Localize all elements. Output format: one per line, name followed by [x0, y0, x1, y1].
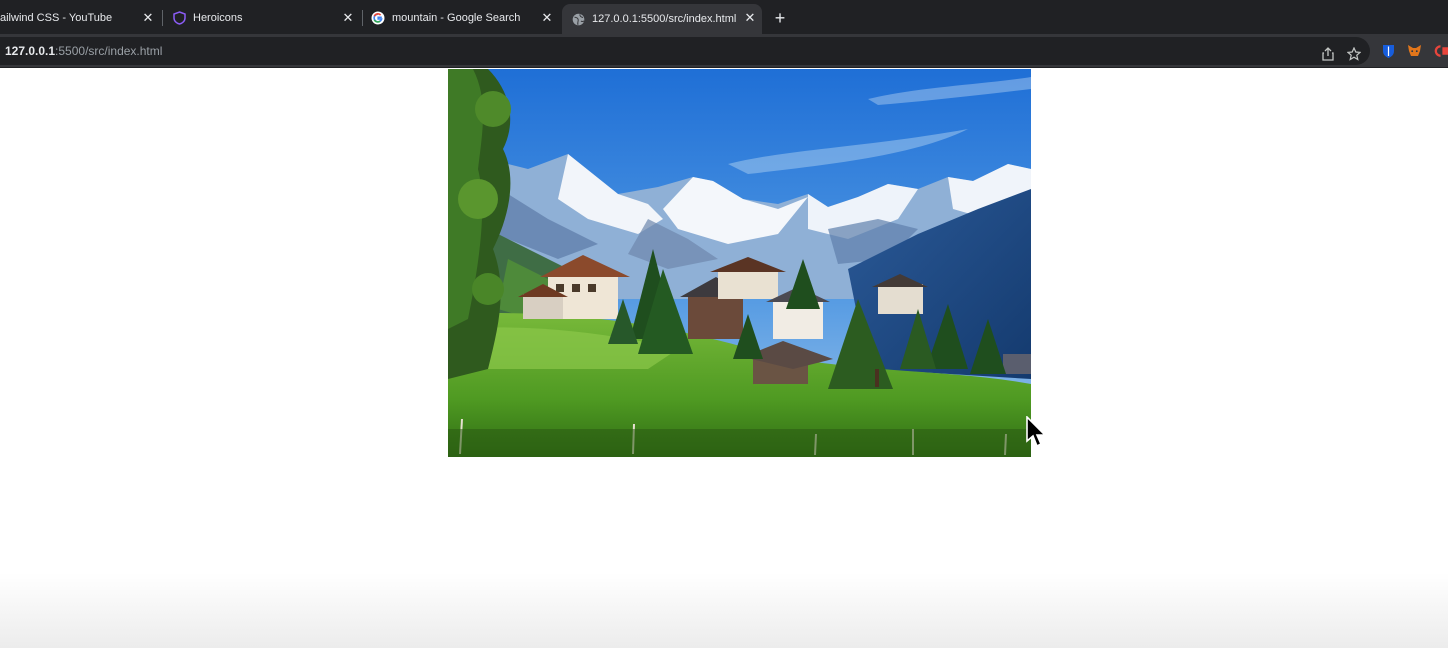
google-icon: [371, 11, 385, 25]
metamask-icon[interactable]: [1406, 43, 1422, 59]
extension-icon[interactable]: [1433, 43, 1448, 59]
tab-heroicons[interactable]: Heroicons ✕: [166, 4, 360, 32]
tab-strip: ailwind CSS - YouTube ✕ Heroicons ✕ moun…: [0, 0, 1448, 34]
tab-title: 127.0.0.1:5500/src/index.html: [592, 13, 737, 25]
tab-separator: [362, 10, 363, 26]
browser-toolbar: 127.0.0.1:5500/src/index.html: [0, 34, 1448, 68]
close-icon[interactable]: ✕: [140, 10, 156, 26]
url-path: :5500/src/index.html: [55, 44, 163, 58]
tab-separator: [162, 10, 163, 26]
page-content: [0, 69, 1448, 648]
new-tab-button[interactable]: +: [770, 8, 790, 28]
address-bar[interactable]: 127.0.0.1:5500/src/index.html: [0, 37, 1370, 65]
close-icon[interactable]: ✕: [742, 10, 758, 26]
tab-google-search[interactable]: mountain - Google Search ✕: [365, 4, 559, 32]
tab-youtube[interactable]: ailwind CSS - YouTube ✕: [0, 4, 160, 32]
bitwarden-icon[interactable]: [1380, 43, 1396, 59]
globe-icon: [571, 12, 585, 26]
mouse-cursor-icon: [1025, 415, 1047, 450]
url-text: 127.0.0.1:5500/src/index.html: [5, 44, 162, 58]
close-icon[interactable]: ✕: [539, 10, 555, 26]
url-host: 127.0.0.1: [5, 44, 56, 58]
shield-icon: [172, 11, 186, 25]
tab-title: mountain - Google Search: [392, 12, 521, 24]
star-icon[interactable]: [1346, 46, 1362, 62]
tab-title: ailwind CSS - YouTube: [0, 12, 113, 24]
mountain-village-image: [448, 69, 1031, 457]
share-icon[interactable]: [1320, 46, 1336, 62]
close-icon[interactable]: ✕: [340, 10, 356, 26]
tab-local-index[interactable]: 127.0.0.1:5500/src/index.html ✕: [562, 4, 762, 34]
tab-title: Heroicons: [193, 12, 243, 24]
